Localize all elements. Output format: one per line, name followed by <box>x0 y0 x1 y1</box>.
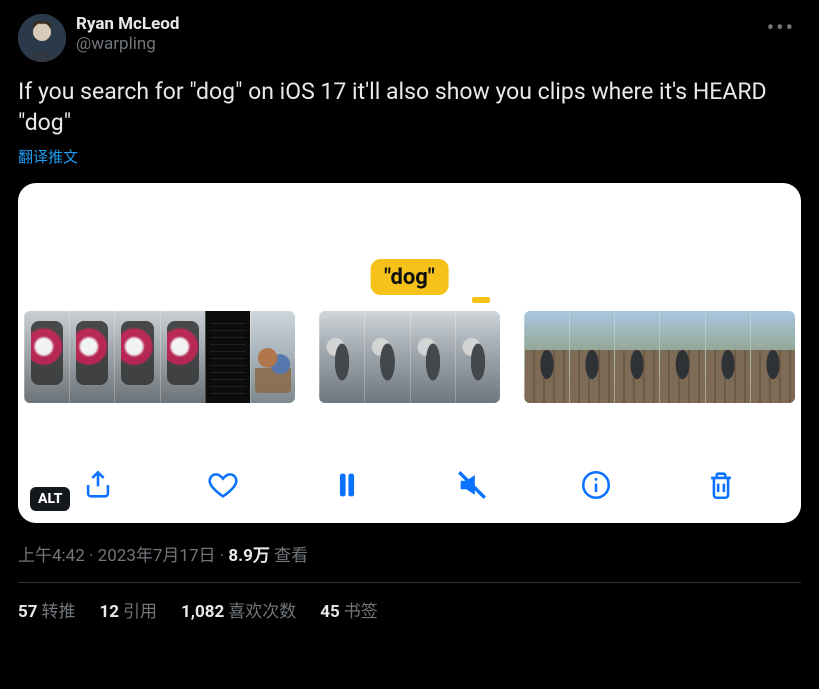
clip-frame <box>524 311 569 403</box>
quotes-stat[interactable]: 12引用 <box>100 597 158 622</box>
clip-frame <box>114 311 159 403</box>
display-name: Ryan McLeod <box>76 14 751 34</box>
clip-frame <box>205 311 250 403</box>
clip-frame <box>659 311 704 403</box>
video-timeline[interactable] <box>18 311 801 403</box>
views-count: 8.9万 <box>228 546 269 566</box>
avatar[interactable] <box>18 14 66 62</box>
clip-frame <box>69 311 114 403</box>
clip-group[interactable] <box>319 311 500 403</box>
tweet-meta[interactable]: 上午4:42 · 2023年7月17日 · 8.9万 查看 <box>18 541 801 566</box>
clip-frame <box>24 311 69 403</box>
clip-frame <box>160 311 205 403</box>
tweet-date: 2023年7月17日 <box>98 546 216 566</box>
retweets-stat[interactable]: 57转推 <box>18 597 76 622</box>
clip-frame <box>455 311 500 403</box>
mute-icon[interactable] <box>450 463 494 507</box>
tweet-header: Ryan McLeod @warpling ••• <box>18 14 801 62</box>
clip-frame <box>319 311 364 403</box>
clip-frame <box>250 311 295 403</box>
tweet-container: Ryan McLeod @warpling ••• If you search … <box>0 0 819 632</box>
author-handle: @warpling <box>76 34 751 54</box>
heart-icon[interactable] <box>201 463 245 507</box>
clip-frame <box>364 311 409 403</box>
clip-frame <box>614 311 659 403</box>
views-label: 查看 <box>270 546 308 566</box>
tweet-media[interactable]: "dog" <box>18 183 801 523</box>
tweet-text: If you search for "dog" on iOS 17 it'll … <box>18 76 801 138</box>
bookmarks-stat[interactable]: 45书签 <box>320 597 378 622</box>
translate-link[interactable]: 翻译推文 <box>18 146 78 167</box>
info-icon[interactable] <box>574 463 618 507</box>
tweet-stats: 57转推 12引用 1,082喜欢次数 45书签 <box>18 583 801 622</box>
author-block[interactable]: Ryan McLeod @warpling <box>76 14 751 54</box>
clip-frame <box>410 311 455 403</box>
pause-icon[interactable] <box>325 463 369 507</box>
more-options-button[interactable]: ••• <box>761 14 801 43</box>
clip-group[interactable] <box>24 311 295 403</box>
share-icon[interactable] <box>76 463 120 507</box>
clip-group[interactable] <box>524 311 795 403</box>
clip-frame <box>569 311 614 403</box>
clip-frame <box>750 311 795 403</box>
media-toolbar <box>18 463 801 507</box>
search-term-label: "dog" <box>370 259 449 295</box>
trash-icon[interactable] <box>699 463 743 507</box>
tweet-time: 上午4:42 <box>18 546 85 566</box>
alt-badge[interactable]: ALT <box>30 487 70 511</box>
likes-stat[interactable]: 1,082喜欢次数 <box>181 597 296 622</box>
clip-frame <box>705 311 750 403</box>
caption-cursor-icon <box>472 297 490 303</box>
